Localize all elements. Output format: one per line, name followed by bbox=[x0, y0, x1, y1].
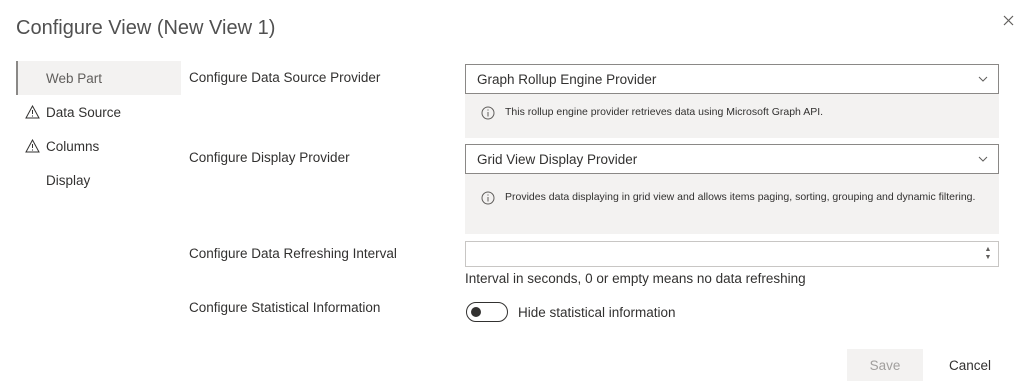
sidebar-item-label: Columns bbox=[46, 138, 100, 154]
info-icon bbox=[481, 191, 495, 205]
toggle-knob bbox=[471, 307, 481, 317]
sidebar-item-columns[interactable]: Columns bbox=[16, 129, 181, 163]
chevron-down-icon bbox=[968, 76, 998, 82]
display-provider-label: Configure Display Provider bbox=[189, 150, 350, 165]
refresh-interval-input[interactable] bbox=[474, 243, 978, 267]
sidebar-item-label: Data Source bbox=[46, 104, 122, 120]
dropdown-value: Grid View Display Provider bbox=[477, 151, 638, 167]
dropdown-value: Graph Rollup Engine Provider bbox=[477, 71, 657, 87]
info-text: Provides data displaying in grid view an… bbox=[505, 191, 976, 203]
chevron-down-icon bbox=[968, 156, 998, 162]
warning-icon bbox=[22, 139, 42, 153]
sidebar-item-data-source[interactable]: Data Source bbox=[16, 95, 181, 129]
sidebar-nav: Web Part Data Source Columns Display bbox=[16, 61, 181, 197]
warning-icon bbox=[22, 105, 42, 119]
spin-down-icon[interactable]: ▼ bbox=[985, 254, 992, 262]
statistics-toggle[interactable] bbox=[466, 302, 508, 322]
cancel-button[interactable]: Cancel bbox=[936, 349, 1004, 381]
info-icon bbox=[481, 106, 495, 120]
data-source-provider-dropdown[interactable]: Graph Rollup Engine Provider bbox=[465, 64, 999, 94]
sidebar-item-label: Display bbox=[46, 172, 91, 188]
refresh-interval-label: Configure Data Refreshing Interval bbox=[189, 246, 397, 261]
dialog-title: Configure View (New View 1) bbox=[16, 17, 276, 39]
statistics-label: Configure Statistical Information bbox=[189, 300, 381, 315]
display-provider-dropdown[interactable]: Grid View Display Provider bbox=[465, 144, 999, 174]
close-icon bbox=[1003, 15, 1013, 25]
close-button[interactable] bbox=[998, 10, 1018, 30]
data-source-provider-label: Configure Data Source Provider bbox=[189, 70, 381, 85]
sidebar-item-web-part[interactable]: Web Part bbox=[16, 61, 181, 95]
spin-up-icon[interactable]: ▲ bbox=[985, 246, 992, 254]
display-provider-info: Provides data displaying in grid view an… bbox=[465, 174, 999, 234]
refresh-interval-hint: Interval in seconds, 0 or empty means no… bbox=[465, 271, 806, 286]
info-text: This rollup engine provider retrieves da… bbox=[505, 106, 824, 118]
sidebar-item-display[interactable]: Display bbox=[16, 163, 181, 197]
save-button[interactable]: Save bbox=[847, 349, 923, 381]
sidebar-item-label: Web Part bbox=[46, 70, 103, 86]
refresh-interval-field[interactable]: ▲ ▼ bbox=[465, 241, 999, 267]
spin-buttons[interactable]: ▲ ▼ bbox=[982, 244, 994, 264]
data-source-provider-info: This rollup engine provider retrieves da… bbox=[465, 94, 999, 138]
statistics-toggle-label: Hide statistical information bbox=[518, 305, 676, 320]
